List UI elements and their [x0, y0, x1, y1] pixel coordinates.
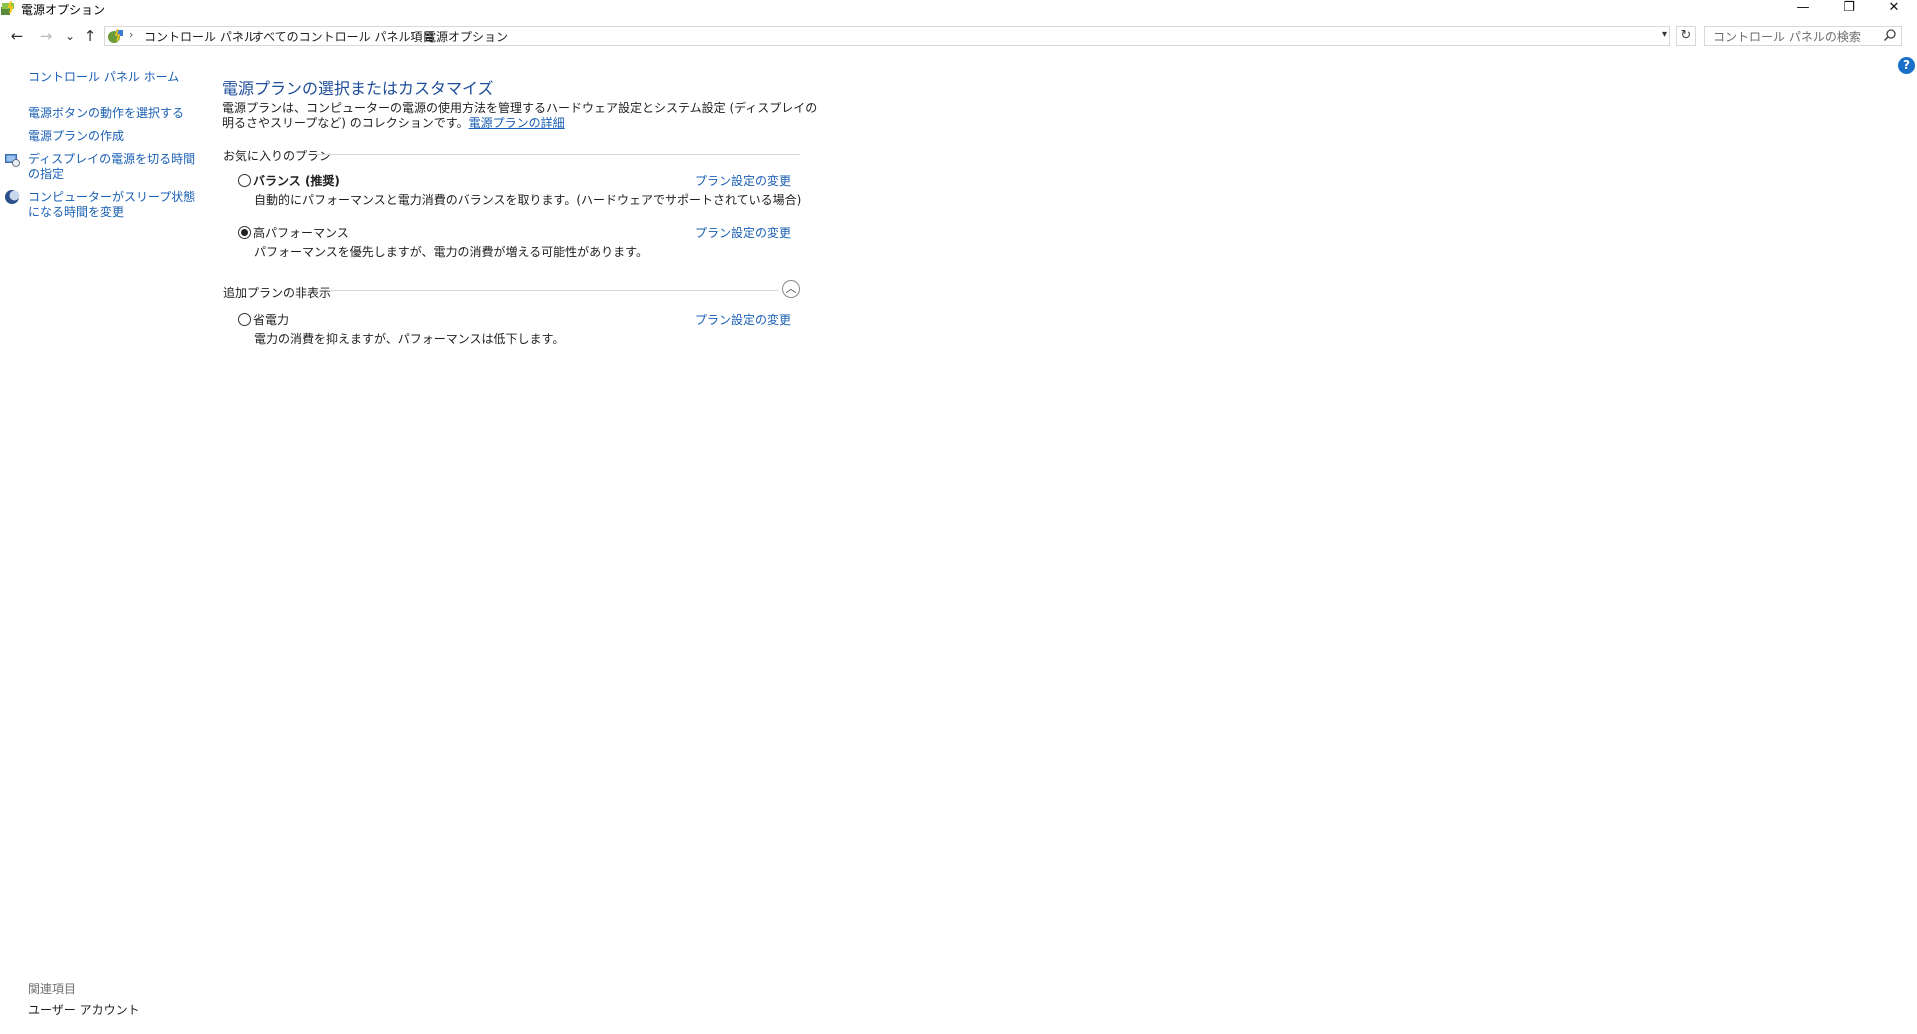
- page-title: 電源プランの選択またはカスタマイズ: [222, 79, 494, 98]
- plan-desc-power-saver: 電力の消費を抑えますが、パフォーマンスは低下します。: [254, 332, 565, 346]
- restore-button[interactable]: ❐: [1826, 0, 1872, 17]
- plan-name-power-saver[interactable]: 省電力: [253, 311, 289, 328]
- minimize-button[interactable]: —: [1780, 0, 1826, 17]
- breadcrumb-separator: ›: [410, 28, 415, 41]
- window-title: 電源オプション: [21, 3, 106, 17]
- breadcrumb-separator: ›: [239, 28, 244, 41]
- breadcrumb-separator: ›: [129, 28, 134, 41]
- sidebar-item-create-plan[interactable]: 電源プランの作成: [28, 129, 124, 144]
- title-bar: [0, 0, 1917, 17]
- change-plan-settings-link[interactable]: プラン設定の変更: [695, 224, 791, 241]
- search-placeholder: コントロール パネルの検索: [1713, 30, 1861, 44]
- sidebar-control-panel-home[interactable]: コントロール パネル ホーム: [28, 70, 179, 85]
- change-plan-settings-link[interactable]: プラン設定の変更: [695, 172, 791, 189]
- sleep-moon-icon: [5, 190, 20, 204]
- control-panel-location-icon: [108, 28, 123, 43]
- search-icon[interactable]: [1883, 28, 1897, 42]
- back-button[interactable]: ←: [8, 26, 26, 46]
- plan-name-balanced[interactable]: バランス (推奨): [253, 172, 340, 189]
- divider: [316, 154, 800, 155]
- power-options-icon: [1, 1, 14, 15]
- collapse-chevron-up-icon[interactable]: ︿: [782, 280, 800, 298]
- plan-name-high-performance[interactable]: 高パフォーマンス: [253, 224, 349, 241]
- help-icon[interactable]: ?: [1898, 57, 1915, 74]
- change-plan-settings-link[interactable]: プラン設定の変更: [695, 311, 791, 328]
- hidden-plans-heading: 追加プランの非表示: [223, 286, 332, 300]
- refresh-button[interactable]: ↻: [1676, 26, 1696, 46]
- divider: [328, 290, 778, 291]
- plan-desc-balanced: 自動的にパフォーマンスと電力消費のバランスを取ります。(ハードウェアでサポートさ…: [254, 193, 802, 207]
- address-dropdown-chevron-icon[interactable]: ▾: [1662, 29, 1674, 43]
- sidebar-item-power-button[interactable]: 電源ボタンの動作を選択する: [28, 106, 184, 121]
- plan-radio-power-saver[interactable]: [238, 313, 251, 326]
- favorites-heading: お気に入りのプラン: [223, 149, 332, 163]
- up-button[interactable]: ↑: [81, 26, 99, 46]
- close-button[interactable]: ✕: [1871, 0, 1917, 17]
- breadcrumb-power-options[interactable]: 電源オプション: [424, 28, 508, 45]
- plan-desc-high-performance: パフォーマンスを優先しますが、電力の消費が増える可能性があります。: [254, 245, 648, 259]
- page-description: 電源プランは、コンピューターの電源の使用方法を管理するハードウェア設定とシステム…: [222, 101, 822, 131]
- breadcrumb-all-items[interactable]: すべてのコントロール パネル項目: [252, 28, 435, 45]
- display-power-icon: [5, 154, 20, 167]
- sidebar-item-display-off[interactable]: ディスプレイの電源を切る時間の指定: [28, 152, 198, 182]
- related-user-accounts[interactable]: ユーザー アカウント: [28, 1003, 140, 1018]
- forward-button[interactable]: →: [37, 26, 55, 46]
- power-plan-details-link[interactable]: 電源プランの詳細: [469, 116, 565, 130]
- related-heading: 関連項目: [28, 982, 77, 996]
- plan-radio-high-performance[interactable]: [238, 226, 251, 239]
- recent-locations-button[interactable]: ⌄: [61, 26, 79, 46]
- sidebar-item-sleep-time[interactable]: コンピューターがスリープ状態になる時間を変更: [28, 190, 198, 220]
- plan-radio-balanced[interactable]: [238, 174, 251, 187]
